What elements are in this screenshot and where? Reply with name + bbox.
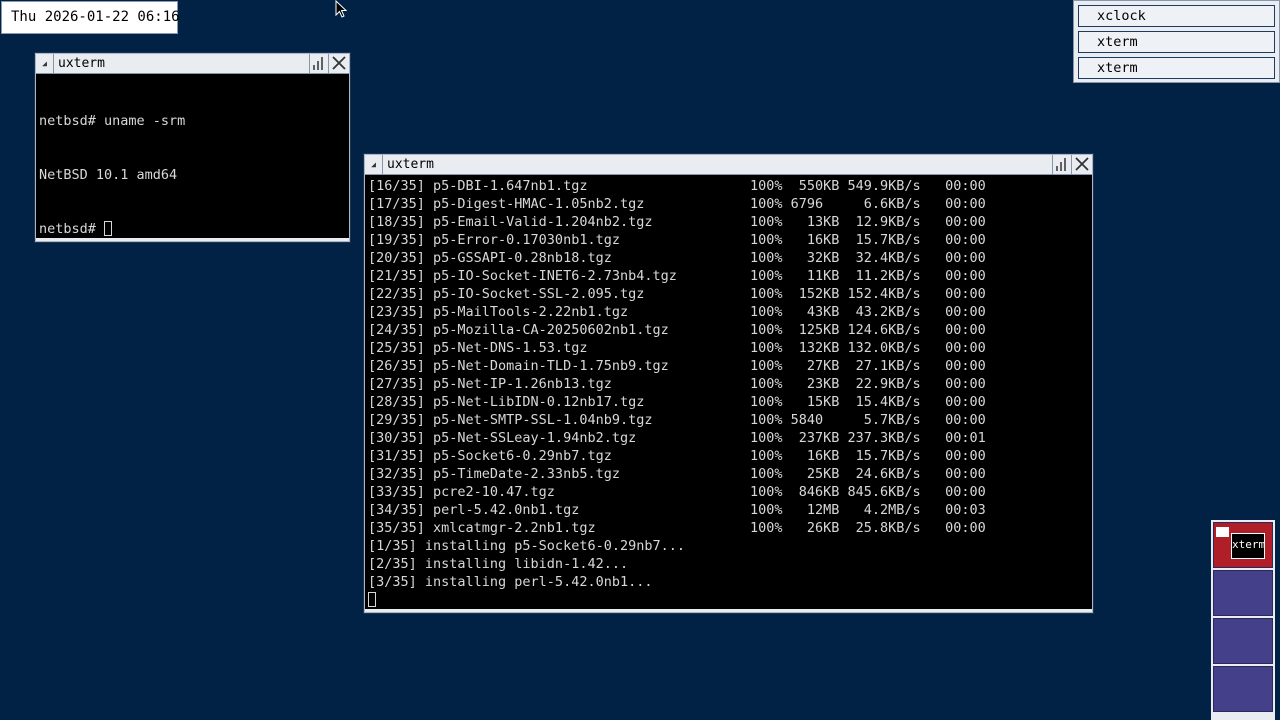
terminal-line: [21/35] p5-IO-Socket-INET6-2.73nb4.tgz 1… (368, 268, 986, 284)
terminal-line: [17/35] p5-Digest-HMAC-1.05nb2.tgz 100% … (368, 196, 986, 212)
virtual-desktop-pager: xterm (1211, 520, 1275, 720)
clock-text: Thu 2026-01-22 06:16 (11, 9, 180, 25)
close-icon[interactable] (1072, 155, 1092, 174)
window-title: uxterm (387, 157, 434, 172)
resize-icon[interactable] (1052, 155, 1072, 174)
terminal-output[interactable]: netbsd# uname -srm NetBSD 10.1 amd64 net… (39, 76, 346, 238)
window-border (365, 609, 1092, 612)
text-cursor (368, 592, 376, 607)
terminal-line: [16/35] p5-DBI-1.647nb1.tgz 100% 550KB 5… (368, 178, 986, 194)
terminal-line: [31/35] p5-Socket6-0.29nb7.tgz 100% 16KB… (368, 448, 986, 464)
window-title: uxterm (58, 56, 105, 71)
terminal-line: [23/35] p5-MailTools-2.22nb1.tgz 100% 43… (368, 304, 986, 320)
terminal-line: [22/35] p5-IO-Socket-SSL-2.095.tgz 100% … (368, 286, 986, 302)
titlebar[interactable]: ◢ uxterm (36, 54, 349, 74)
clock-window: Thu 2026-01-22 06:16 (1, 1, 180, 34)
terminal-line: [18/35] p5-Email-Valid-1.204nb2.tgz 100%… (368, 214, 986, 230)
terminal-line: [30/35] p5-Net-SSLeay-1.94nb2.tgz 100% 2… (368, 430, 986, 446)
terminal-line: [32/35] p5-TimeDate-2.33nb5.tgz 100% 25K… (368, 466, 986, 482)
terminal-line (368, 591, 1089, 609)
desktop-2[interactable] (1213, 570, 1273, 616)
icon-manager: xclock xterm xterm (1073, 0, 1280, 83)
terminal-line: netbsd# (39, 220, 346, 238)
desktop-4[interactable] (1213, 666, 1273, 712)
terminal-line: [2/35] installing libidn-1.42... (368, 556, 629, 572)
titlebar[interactable]: ◢ uxterm (365, 155, 1092, 175)
terminal-window-large[interactable]: ◢ uxterm [16/35] p5-DBI-1.647nb1.tgz 100… (364, 154, 1093, 613)
desktop-3[interactable] (1213, 618, 1273, 664)
terminal-output[interactable]: [16/35] p5-DBI-1.647nb1.tgz 100% 550KB 5… (368, 177, 1089, 609)
terminal-line: [19/35] p5-Error-0.17030nb1.tgz 100% 16K… (368, 232, 986, 248)
text-cursor (104, 221, 113, 236)
mouse-pointer-icon (335, 0, 348, 18)
terminal-line: [3/35] installing perl-5.42.0nb1... (368, 574, 653, 590)
terminal-line: [28/35] p5-Net-LibIDN-0.12nb17.tgz 100% … (368, 394, 986, 410)
window-menu-icon[interactable]: ◢ (365, 155, 383, 174)
terminal-window-small[interactable]: ◢ uxterm netbsd# uname -srm NetBSD 10.1 … (35, 53, 350, 242)
prompt-text: netbsd# (39, 221, 105, 237)
terminal-line: NetBSD 10.1 amd64 (39, 167, 178, 183)
terminal-line: [35/35] xmlcatmgr-2.2nb1.tgz 100% 26KB 2… (368, 520, 986, 536)
icon-manager-item-xterm[interactable]: xterm (1078, 31, 1275, 53)
mini-window-thumbnail (1216, 527, 1229, 537)
terminal-line: [34/35] perl-5.42.0nb1.tgz 100% 12MB 4.2… (368, 502, 986, 518)
terminal-line: [1/35] installing p5-Socket6-0.29nb7... (368, 538, 685, 554)
close-icon[interactable] (329, 54, 349, 73)
terminal-line: [29/35] p5-Net-SMTP-SSL-1.04nb9.tgz 100%… (368, 412, 986, 428)
window-border (36, 238, 349, 241)
resize-icon[interactable] (309, 54, 329, 73)
icon-manager-item-xterm[interactable]: xterm (1078, 57, 1275, 79)
terminal-line: netbsd# uname -srm (39, 113, 186, 129)
terminal-line: [20/35] p5-GSSAPI-0.28nb18.tgz 100% 32KB… (368, 250, 986, 266)
terminal-line: [25/35] p5-Net-DNS-1.53.tgz 100% 132KB 1… (368, 340, 986, 356)
terminal-line: [24/35] p5-Mozilla-CA-20250602nb1.tgz 10… (368, 322, 986, 338)
terminal-line: [33/35] pcre2-10.47.tgz 100% 846KB 845.6… (368, 484, 986, 500)
terminal-line: [27/35] p5-Net-IP-1.26nb13.tgz 100% 23KB… (368, 376, 986, 392)
desktop-1[interactable]: xterm (1213, 522, 1273, 568)
icon-manager-item-xclock[interactable]: xclock (1078, 5, 1275, 27)
window-menu-icon[interactable]: ◢ (36, 54, 54, 73)
terminal-line: [26/35] p5-Net-Domain-TLD-1.75nb9.tgz 10… (368, 358, 986, 374)
mini-window-label: xterm (1231, 533, 1265, 559)
